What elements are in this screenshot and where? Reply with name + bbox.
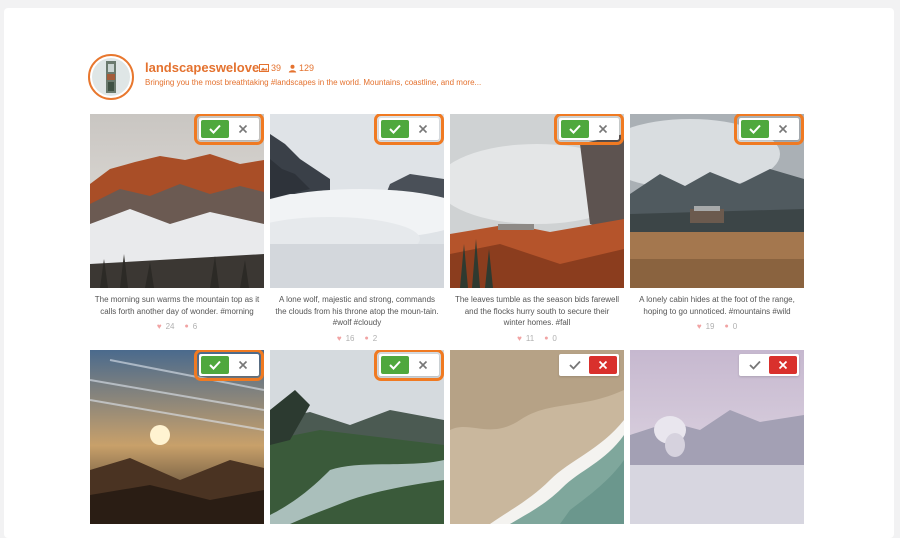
reject-button[interactable]	[769, 356, 797, 374]
approve-button[interactable]	[381, 120, 409, 138]
reject-button[interactable]	[409, 356, 437, 374]
post-card[interactable]: The morning sun warms the mountain top a…	[90, 114, 264, 331]
reject-button[interactable]	[589, 120, 617, 138]
heart-icon: ♥	[336, 333, 342, 343]
mountain-sunrise-image	[90, 114, 264, 288]
moderation-controls	[194, 114, 264, 145]
moderation-controls	[374, 114, 444, 145]
followers-count: 129	[299, 63, 315, 73]
close-icon	[598, 360, 608, 370]
check-icon	[389, 360, 401, 370]
close-icon	[778, 360, 788, 370]
close-icon	[598, 124, 608, 134]
post-card[interactable]	[90, 350, 264, 524]
post-stats: ♥ 16 ● 2	[270, 334, 444, 343]
comment-icon: ●	[364, 334, 369, 342]
profile-username[interactable]: landscapeswelove	[145, 60, 259, 75]
avatar[interactable]	[88, 54, 134, 100]
post-caption: A lonely cabin hides at the foot of the …	[639, 295, 795, 316]
comments-count: 2	[372, 333, 378, 343]
close-icon	[238, 360, 248, 370]
posts-count: 39	[271, 63, 282, 73]
likes-count: 24	[165, 322, 175, 331]
post-card[interactable]: The leaves tumble as the season bids far…	[450, 114, 624, 343]
approve-button[interactable]	[741, 356, 769, 374]
close-icon	[778, 124, 788, 134]
post-stats: ♥ 11 ● 0	[450, 334, 624, 343]
approve-button[interactable]	[381, 356, 409, 374]
image-icon	[259, 64, 269, 72]
post-photo[interactable]	[90, 350, 264, 524]
check-icon	[209, 124, 221, 134]
followers-count-stat: 129	[288, 63, 314, 73]
post-photo[interactable]	[450, 350, 624, 524]
post-photo[interactable]	[90, 114, 264, 288]
mountain-cabin-image	[630, 114, 804, 288]
moderation-controls	[734, 114, 804, 145]
post-stats: ♥ 19 ● 0	[630, 322, 804, 331]
aerial-beach-image	[450, 350, 624, 524]
check-icon	[209, 360, 221, 370]
river-valley-image	[270, 350, 444, 524]
reject-button[interactable]	[229, 356, 257, 374]
user-icon	[288, 64, 297, 72]
post-caption: The leaves tumble as the season bids far…	[454, 295, 620, 327]
likes-count: 16	[345, 333, 355, 343]
reject-button[interactable]	[229, 120, 257, 138]
check-icon	[569, 360, 581, 370]
check-icon	[569, 124, 581, 134]
comments-count: 0	[732, 322, 738, 331]
sunset-sky-image	[90, 350, 264, 524]
approve-button[interactable]	[201, 120, 229, 138]
post-card[interactable]: A lonely cabin hides at the foot of the …	[630, 114, 804, 331]
avatar-image	[92, 58, 130, 96]
check-icon	[749, 360, 761, 370]
approve-button[interactable]	[741, 120, 769, 138]
comments-count: 0	[552, 333, 557, 343]
approve-button[interactable]	[201, 356, 229, 374]
post-photo[interactable]	[270, 350, 444, 524]
volcano-haze-image	[630, 350, 804, 524]
likes-count: 11	[525, 333, 535, 343]
post-card[interactable]	[630, 350, 804, 524]
reject-button[interactable]	[589, 356, 617, 374]
post-caption: The morning sun warms the mountain top a…	[94, 295, 260, 316]
close-icon	[418, 360, 428, 370]
moderation-controls	[559, 354, 619, 376]
moderation-controls	[554, 114, 624, 145]
comment-icon: ●	[184, 323, 189, 330]
post-photo[interactable]	[630, 350, 804, 524]
post-stats: ♥ 24 ● 6	[90, 322, 264, 331]
profile-bio: Bringing you the most breathtaking #land…	[145, 78, 482, 87]
post-photo[interactable]	[450, 114, 624, 288]
reject-button[interactable]	[409, 120, 437, 138]
comments-count: 6	[192, 322, 198, 331]
heart-icon: ♥	[156, 322, 162, 331]
posts-count-stat: 39	[259, 63, 281, 73]
comment-icon: ●	[724, 323, 729, 330]
close-icon	[238, 124, 248, 134]
check-icon	[749, 124, 761, 134]
reject-button[interactable]	[769, 120, 797, 138]
moderation-controls	[194, 350, 264, 381]
moderation-controls	[739, 354, 799, 376]
heart-icon: ♥	[517, 333, 522, 343]
likes-count: 19	[705, 322, 715, 331]
heart-icon: ♥	[696, 322, 702, 331]
post-photo[interactable]	[630, 114, 804, 288]
post-card[interactable]	[450, 350, 624, 524]
approve-button[interactable]	[561, 356, 589, 374]
approve-button[interactable]	[561, 120, 589, 138]
check-icon	[389, 124, 401, 134]
post-card[interactable]	[270, 350, 444, 524]
foggy-mountain-image	[270, 114, 444, 288]
post-photo[interactable]	[270, 114, 444, 288]
post-card[interactable]: A lone wolf, majestic and strong, comman…	[270, 114, 444, 343]
autumn-forest-image	[450, 114, 624, 288]
comment-icon: ●	[544, 334, 549, 342]
close-icon	[418, 124, 428, 134]
post-caption: A lone wolf, majestic and strong, comman…	[275, 295, 439, 327]
moderation-controls	[374, 350, 444, 381]
